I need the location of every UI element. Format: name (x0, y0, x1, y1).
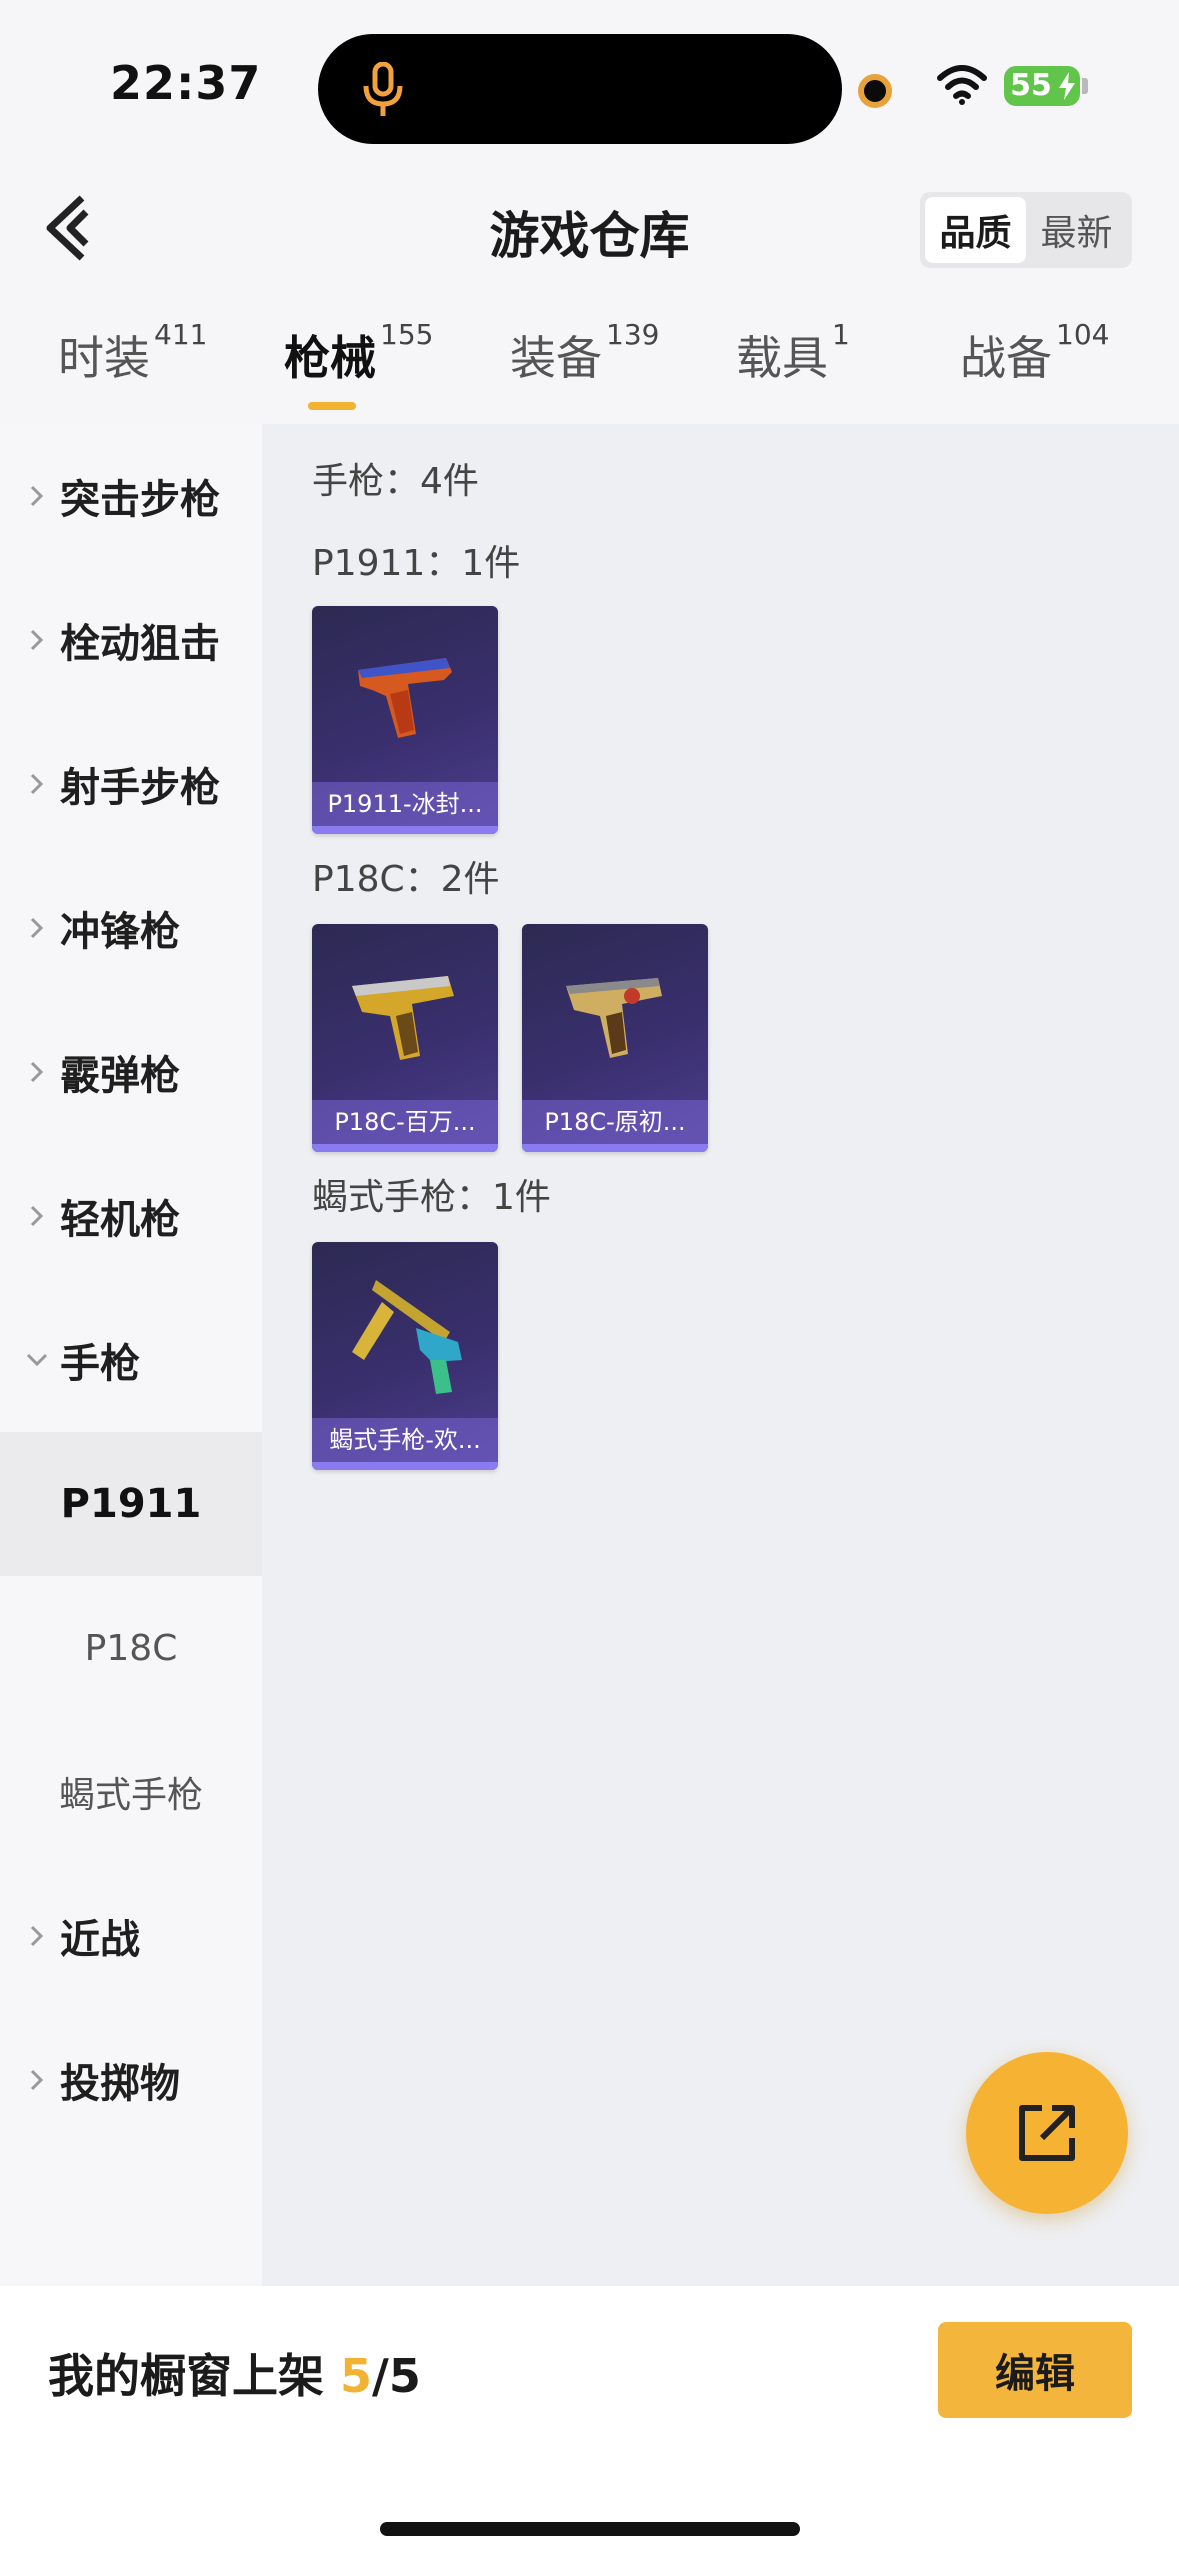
sidebar-item-pistol[interactable]: 手枪 (0, 1288, 262, 1432)
sidebar: 突击步枪 栓动狙击 射手步枪 冲锋枪 霰弹枪 轻机枪 手枪 P1911 P18C… (0, 424, 262, 2286)
battery-tip (1082, 78, 1088, 94)
tab-count: 139 (606, 318, 660, 351)
status-time: 22:37 (110, 56, 262, 110)
tab-label: 载具 (736, 331, 828, 385)
rarity-bar (312, 826, 498, 834)
pistol-skin-image (358, 658, 452, 738)
group-title-p1911: P1911：1件 (312, 543, 521, 584)
sidebar-subitem-label: 蝎式手枪 (58, 1775, 203, 1816)
sidebar-item-shotgun[interactable]: 霰弹枪 (0, 1000, 262, 1144)
sidebar-item-lmg[interactable]: 轻机枪 (0, 1144, 262, 1288)
dynamic-island (318, 34, 842, 144)
sort-newest-option[interactable]: 最新 (1026, 197, 1127, 263)
edit-button[interactable]: 编辑 (938, 2322, 1132, 2418)
pistol-skin-image (566, 978, 662, 1058)
tab-gear[interactable]: 战备 104 (960, 318, 1109, 422)
chevron-right-icon (30, 629, 44, 651)
external-link-icon (1019, 2105, 1075, 2161)
showcase-status: 我的橱窗上架 5/5 (48, 2340, 421, 2406)
battery-level: 55 (1010, 68, 1052, 103)
tab-count: 1 (832, 318, 850, 351)
sidebar-subitem-scorpion[interactable]: 蝎式手枪 (0, 1720, 262, 1864)
sidebar-item-label: 近战 (60, 1917, 140, 1963)
sidebar-item-label: 冲锋枪 (60, 909, 180, 955)
sidebar-item-label: 手枪 (60, 1341, 140, 1387)
group-title-p18c: P18C：2件 (312, 859, 500, 900)
chevron-right-icon (30, 1205, 44, 1227)
inventory-content: 手枪：4件 P1911：1件 P1911-冰封... P18C：2件 P18C-… (262, 424, 1179, 2286)
home-indicator (380, 2522, 800, 2536)
bottom-bar: 我的橱窗上架 5/5 编辑 (0, 2286, 1179, 2556)
tab-label: 战备 (960, 331, 1052, 385)
tab-label: 枪械 (284, 331, 376, 385)
tab-equipment[interactable]: 装备 139 (510, 318, 659, 422)
chevron-down-icon (26, 1353, 48, 1367)
active-tab-indicator (308, 402, 356, 410)
sidebar-item-label: 突击步枪 (60, 477, 220, 523)
sidebar-item-melee[interactable]: 近战 (0, 1864, 262, 2008)
tab-count: 411 (154, 318, 208, 351)
sidebar-subitem-label: P1911 (60, 1481, 202, 1527)
chevron-right-icon (30, 917, 44, 939)
sidebar-item-bolt-sniper[interactable]: 栓动狙击 (0, 568, 262, 712)
sidebar-item-label: 栓动狙击 (60, 621, 220, 667)
item-name: 蝎式手枪-欢... (312, 1418, 498, 1462)
showcase-label: 我的橱窗上架 (48, 2349, 324, 2403)
chevron-right-icon (30, 1925, 44, 1947)
tab-fashion[interactable]: 时装 411 (58, 318, 207, 422)
sidebar-item-label: 霰弹枪 (60, 1053, 180, 1099)
recording-indicator-icon (858, 74, 892, 108)
chevron-right-icon (30, 2069, 44, 2091)
sidebar-subitem-p1911[interactable]: P1911 (0, 1432, 262, 1576)
wifi-icon (937, 65, 987, 105)
sort-toggle: 品质 最新 (920, 192, 1132, 268)
item-name: P18C-百万... (312, 1100, 498, 1144)
sidebar-item-label: 投掷物 (60, 2061, 180, 2107)
rarity-bar (312, 1144, 498, 1152)
microphone-icon (363, 62, 403, 116)
tab-label: 时装 (58, 331, 150, 385)
battery-icon: 55 (1004, 66, 1080, 106)
item-name: P1911-冰封... (312, 782, 498, 826)
sidebar-subitem-label: P18C (84, 1627, 178, 1669)
chevron-right-icon (30, 485, 44, 507)
item-card[interactable]: P18C-原初... (522, 924, 708, 1152)
chevron-right-icon (30, 773, 44, 795)
sort-quality-option[interactable]: 品质 (925, 197, 1026, 263)
sidebar-item-smg[interactable]: 冲锋枪 (0, 856, 262, 1000)
item-card[interactable]: P18C-百万... (312, 924, 498, 1152)
item-card[interactable]: 蝎式手枪-欢... (312, 1242, 498, 1470)
showcase-current-count: 5 (340, 2349, 373, 2403)
rarity-bar (522, 1144, 708, 1152)
rarity-bar (312, 1462, 498, 1470)
showcase-total-count: /5 (372, 2349, 421, 2403)
sidebar-item-label: 射手步枪 (60, 765, 220, 811)
chevron-right-icon (30, 1061, 44, 1083)
section-title: 手枪：4件 (312, 461, 479, 502)
smg-pistol-skin-image (352, 1280, 462, 1394)
tab-count: 155 (380, 318, 434, 351)
item-name: P18C-原初... (522, 1100, 708, 1144)
share-button[interactable] (966, 2052, 1128, 2214)
status-bar: 22:37 55 (0, 0, 1179, 170)
sidebar-item-throwables[interactable]: 投掷物 (0, 2008, 262, 2152)
sidebar-item-assault-rifle[interactable]: 突击步枪 (0, 424, 262, 568)
group-title-scorpion: 蝎式手枪：1件 (312, 1177, 551, 1218)
tab-count: 104 (1056, 318, 1110, 351)
sidebar-subitem-p18c[interactable]: P18C (0, 1576, 262, 1720)
pistol-skin-image (352, 976, 454, 1060)
sidebar-item-marksman-rifle[interactable]: 射手步枪 (0, 712, 262, 856)
tab-label: 装备 (510, 331, 602, 385)
tab-vehicles[interactable]: 载具 1 (736, 318, 850, 422)
item-card[interactable]: P1911-冰封... (312, 606, 498, 834)
tab-firearms[interactable]: 枪械 155 (284, 318, 433, 422)
category-tabs: 时装 411 枪械 155 装备 139 载具 1 战备 104 (0, 312, 1179, 422)
sidebar-item-label: 轻机枪 (60, 1197, 180, 1243)
charging-bolt-icon (1059, 72, 1075, 100)
